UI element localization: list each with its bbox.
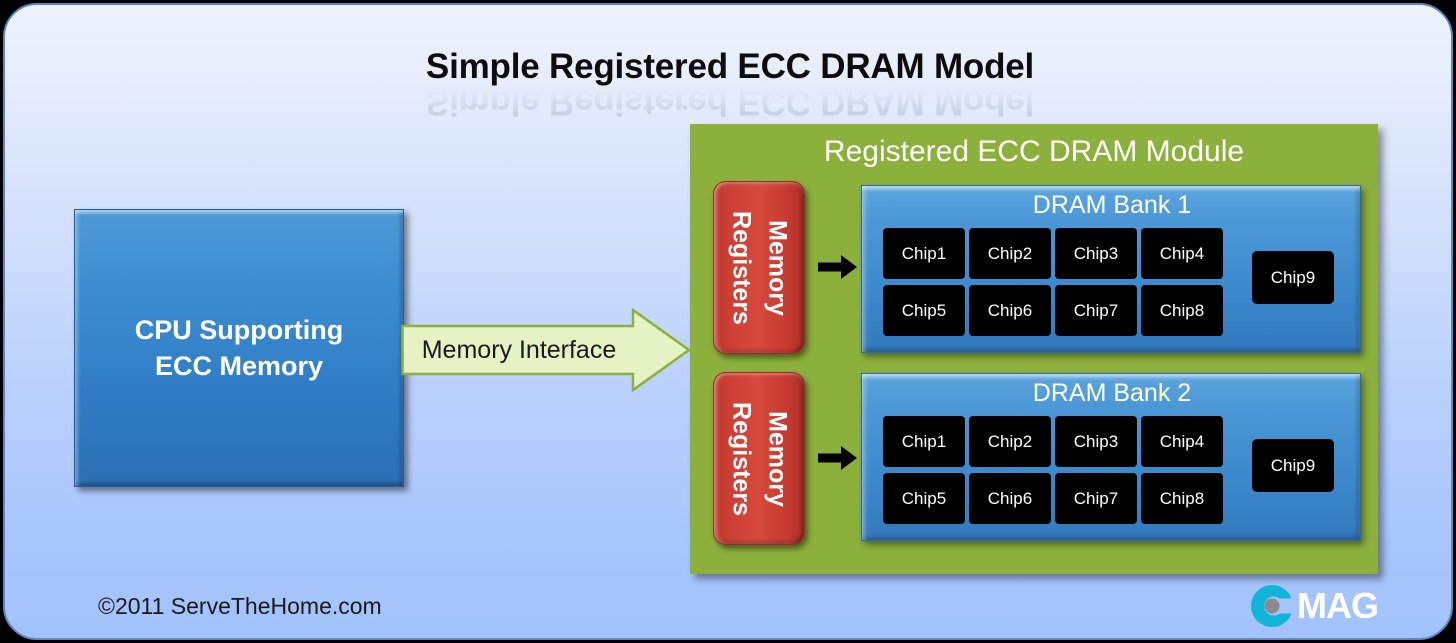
cmag-logo: MAG <box>1248 581 1388 631</box>
chip: Chip4 <box>1141 416 1223 467</box>
arrow-right-icon <box>818 446 857 470</box>
chip: Chip5 <box>883 473 965 524</box>
registered-ecc-dram-module: Registered ECC DRAM Module Memory Regist… <box>690 124 1378 574</box>
slide-canvas: Simple Registered ECC DRAM Model Simple … <box>3 3 1453 640</box>
cpu-box-label: CPU Supporting ECC Memory <box>134 314 344 381</box>
page-title-reflection: Simple Registered ECC DRAM Model <box>425 83 1035 122</box>
page-title-block: Simple Registered ECC DRAM Model Simple … <box>5 47 1451 122</box>
dram-bank-1-title: DRAM Bank 1 <box>1032 191 1192 219</box>
chip: Chip2 <box>969 416 1051 467</box>
arrow-right-icon <box>818 255 857 279</box>
chip: Chip1 <box>883 228 965 279</box>
chip: Chip6 <box>969 285 1051 336</box>
chip: Chip7 <box>1055 285 1137 336</box>
memory-registers-block-2: Memory Registers <box>713 372 805 545</box>
logo-dot-icon <box>1264 598 1280 614</box>
ecc-chip: Chip9 <box>1252 439 1334 492</box>
page-title: Simple Registered ECC DRAM Model <box>425 47 1035 86</box>
dram-bank-1: DRAM Bank 1 Chip1 Chip2 Chip3 Chip4 Chip… <box>861 185 1361 353</box>
memory-registers-label-2: Memory Registers <box>727 401 792 516</box>
chip: Chip8 <box>1141 473 1223 524</box>
logo-text: MAG <box>1297 585 1379 626</box>
chip: Chip1 <box>883 416 965 467</box>
copyright-text: ©2011 ServeTheHome.com <box>98 593 382 619</box>
memory-interface-label: Memory Interface <box>421 335 617 364</box>
chip: Chip3 <box>1055 416 1137 467</box>
chip: Chip5 <box>883 285 965 336</box>
dram-bank-2-chip-grid: Chip1 Chip2 Chip3 Chip4 Chip5 Chip6 Chip… <box>883 416 1223 530</box>
chip: Chip2 <box>969 228 1051 279</box>
connector-arrow-2 <box>818 443 858 473</box>
chip: Chip7 <box>1055 473 1137 524</box>
connector-arrow-1 <box>818 252 858 282</box>
memory-registers-label-1: Memory Registers <box>727 210 792 325</box>
chip: Chip4 <box>1141 228 1223 279</box>
chip: Chip6 <box>969 473 1051 524</box>
chip: Chip8 <box>1141 285 1223 336</box>
memory-interface-arrow: Memory Interface <box>401 308 691 392</box>
dram-bank-1-chip-grid: Chip1 Chip2 Chip3 Chip4 Chip5 Chip6 Chip… <box>883 228 1223 342</box>
ecc-chip: Chip9 <box>1252 251 1334 304</box>
c-circle-icon <box>1250 585 1292 627</box>
dram-bank-2-title: DRAM Bank 2 <box>1032 379 1192 407</box>
module-title: Registered ECC DRAM Module <box>823 135 1245 168</box>
chip: Chip3 <box>1055 228 1137 279</box>
memory-registers-block-1: Memory Registers <box>713 181 805 354</box>
cpu-box: CPU Supporting ECC Memory <box>74 209 404 487</box>
dram-bank-2: DRAM Bank 2 Chip1 Chip2 Chip3 Chip4 Chip… <box>861 373 1361 541</box>
